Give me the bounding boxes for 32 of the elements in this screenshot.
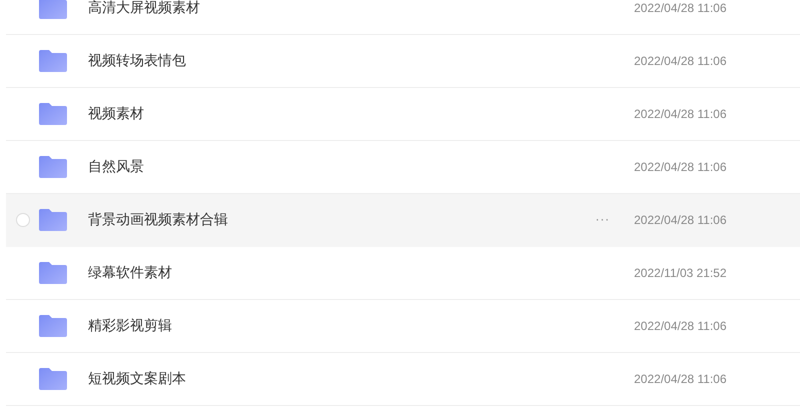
folder-icon [38, 367, 68, 391]
folder-icon [38, 155, 68, 179]
folder-name: 视频素材 [88, 105, 145, 123]
modified-date: 2022/04/28 11:06 [634, 160, 728, 174]
modified-date: 2022/04/28 11:06 [634, 213, 728, 227]
folder-icon [38, 314, 68, 338]
folder-row[interactable]: 精彩影视剪辑 2022/04/28 11:06 [6, 300, 800, 353]
folder-row[interactable]: 绿幕软件素材 2022/11/03 21:52 [6, 247, 800, 300]
folder-icon [38, 49, 68, 73]
folder-name: 绿幕软件素材 [88, 264, 173, 282]
folder-row[interactable]: 短视频文案剧本 2022/04/28 11:06 [6, 353, 800, 406]
select-checkbox[interactable] [16, 213, 30, 227]
folder-icon [38, 261, 68, 285]
folder-row[interactable]: 高清大屏视频素材 2022/04/28 11:06 [6, 0, 800, 35]
modified-date: 2022/04/28 11:06 [634, 319, 728, 333]
modified-date: 2022/11/03 21:52 [634, 266, 728, 280]
folder-name: 高清大屏视频素材 [88, 0, 201, 17]
modified-date: 2022/04/28 11:06 [634, 107, 728, 121]
modified-date: 2022/04/28 11:06 [634, 372, 728, 386]
folder-icon [38, 0, 68, 20]
folder-name: 自然风景 [88, 158, 145, 176]
folder-name: 精彩影视剪辑 [88, 317, 173, 335]
folder-row[interactable]: 视频转场表情包 2022/04/28 11:06 [6, 35, 800, 88]
folder-name: 短视频文案剧本 [88, 370, 187, 388]
modified-date: 2022/04/28 11:06 [634, 54, 728, 68]
folder-icon [38, 208, 68, 232]
folder-name: 背景动画视频素材合辑 [88, 211, 229, 229]
folder-name: 视频转场表情包 [88, 52, 187, 70]
modified-date: 2022/04/28 11:06 [634, 1, 728, 15]
folder-row[interactable]: 视频素材 2022/04/28 11:06 [6, 88, 800, 141]
folder-icon [38, 102, 68, 126]
folder-row[interactable]: 背景动画视频素材合辑 ··· 2022/04/28 11:06 [6, 194, 800, 247]
